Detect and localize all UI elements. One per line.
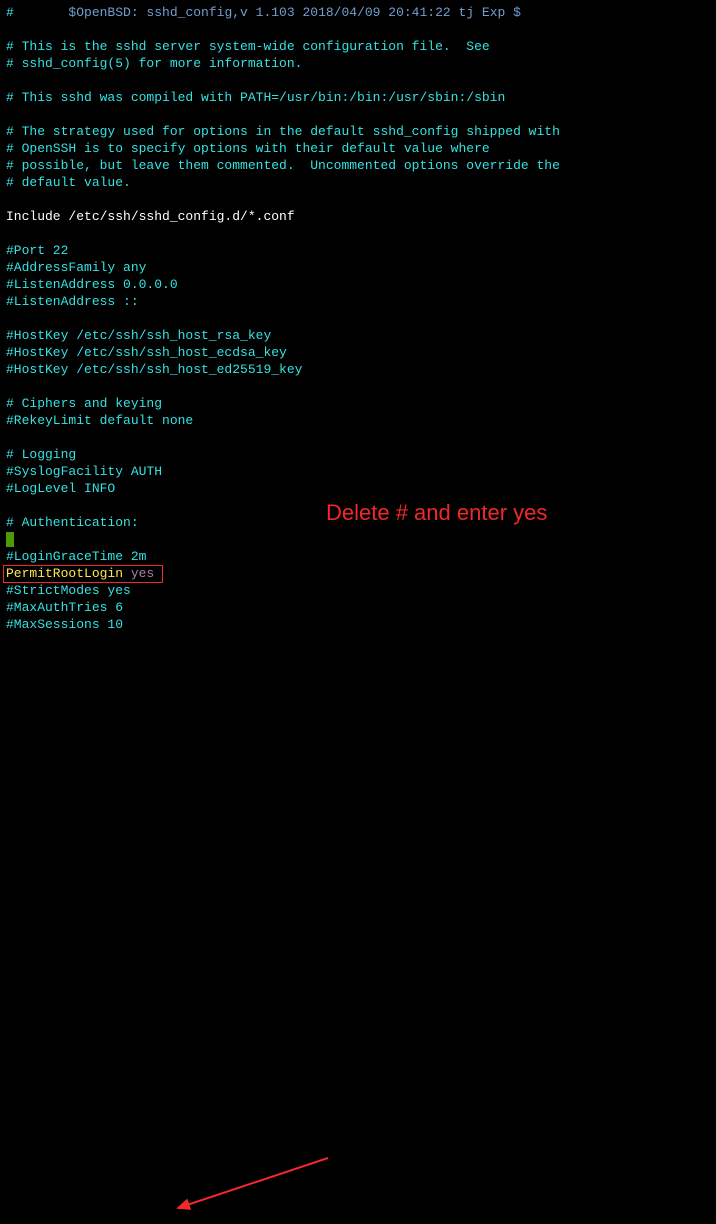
terminal-line: # This is the sshd server system-wide co… xyxy=(6,38,710,55)
terminal-line: # Ciphers and keying xyxy=(6,395,710,412)
terminal-line: #HostKey /etc/ssh/ssh_host_rsa_key xyxy=(6,327,710,344)
terminal-line: #StrictModes yes xyxy=(6,582,710,599)
text-span: # This sshd was compiled with PATH=/usr/… xyxy=(6,90,505,105)
terminal-line xyxy=(6,21,710,38)
terminal-line: #MaxSessions 10 xyxy=(6,616,710,633)
terminal-line: # This sshd was compiled with PATH=/usr/… xyxy=(6,89,710,106)
text-span: # This is the sshd server system-wide co… xyxy=(6,39,490,54)
text-span: #MaxSessions 10 xyxy=(6,617,123,632)
text-span: #RekeyLimit default none xyxy=(6,413,193,428)
text-span: # default value. xyxy=(6,175,131,190)
text-span: Include /etc/ssh/sshd_config.d/*.conf xyxy=(6,209,295,224)
terminal-line xyxy=(6,106,710,123)
terminal-line: #AddressFamily any xyxy=(6,259,710,276)
terminal-line: #SyslogFacility AUTH xyxy=(6,463,710,480)
text-span: # Authentication: xyxy=(6,515,139,530)
terminal-line: Include /etc/ssh/sshd_config.d/*.conf xyxy=(6,208,710,225)
text-span: PermitRootLogin xyxy=(6,566,131,581)
terminal-line: #LoginGraceTime 2m xyxy=(6,548,710,565)
text-span: #StrictModes yes xyxy=(6,583,131,598)
text-span: #AddressFamily any xyxy=(6,260,146,275)
terminal-line: #RekeyLimit default none xyxy=(6,412,710,429)
terminal-line xyxy=(6,378,710,395)
terminal-line: #ListenAddress 0.0.0.0 xyxy=(6,276,710,293)
terminal-line: #MaxAuthTries 6 xyxy=(6,599,710,616)
text-span: $OpenBSD: sshd_config,v 1.103 2018/04/09… xyxy=(68,5,520,20)
text-span: #LoginGraceTime 2m xyxy=(6,549,146,564)
terminal-line: # default value. xyxy=(6,174,710,191)
text-span: # OpenSSH is to specify options with the… xyxy=(6,141,490,156)
terminal-line xyxy=(6,72,710,89)
text-span: #ListenAddress :: xyxy=(6,294,139,309)
text-span: # possible, but leave them commented. Un… xyxy=(6,158,560,173)
terminal-line xyxy=(6,225,710,242)
text-span: yes xyxy=(131,566,154,581)
annotation-arrow xyxy=(6,633,716,1224)
text-span: #Port 22 xyxy=(6,243,68,258)
terminal-line xyxy=(6,310,710,327)
text-span: # Ciphers and keying xyxy=(6,396,162,411)
text-span: #SyslogFacility AUTH xyxy=(6,464,162,479)
terminal-line: # $OpenBSD: sshd_config,v 1.103 2018/04/… xyxy=(6,4,710,21)
terminal-line: PermitRootLogin yes xyxy=(6,565,710,582)
cursor xyxy=(6,532,14,547)
terminal-line: #ListenAddress :: xyxy=(6,293,710,310)
terminal-line: #HostKey /etc/ssh/ssh_host_ed25519_key xyxy=(6,361,710,378)
terminal-line: # possible, but leave them commented. Un… xyxy=(6,157,710,174)
terminal-line xyxy=(6,429,710,446)
text-span xyxy=(14,5,69,20)
terminal-line xyxy=(6,531,710,548)
terminal-line xyxy=(6,497,710,514)
text-span: # Logging xyxy=(6,447,76,462)
terminal-line: #HostKey /etc/ssh/ssh_host_ecdsa_key xyxy=(6,344,710,361)
text-span: #ListenAddress 0.0.0.0 xyxy=(6,277,178,292)
text-span: #HostKey /etc/ssh/ssh_host_ed25519_key xyxy=(6,362,302,377)
text-span: #HostKey /etc/ssh/ssh_host_rsa_key xyxy=(6,328,271,343)
terminal-line: # Authentication: xyxy=(6,514,710,531)
text-span: # sshd_config(5) for more information. xyxy=(6,56,302,71)
terminal-line: # The strategy used for options in the d… xyxy=(6,123,710,140)
text-span: #MaxAuthTries 6 xyxy=(6,600,123,615)
terminal-line: # sshd_config(5) for more information. xyxy=(6,55,710,72)
text-span: # The strategy used for options in the d… xyxy=(6,124,560,139)
terminal-line: # Logging xyxy=(6,446,710,463)
terminal-line: #LogLevel INFO xyxy=(6,480,710,497)
terminal-line xyxy=(6,191,710,208)
text-span: # xyxy=(6,5,14,20)
text-span: #HostKey /etc/ssh/ssh_host_ecdsa_key xyxy=(6,345,287,360)
text-span: #LogLevel INFO xyxy=(6,481,115,496)
terminal-line: # OpenSSH is to specify options with the… xyxy=(6,140,710,157)
terminal-editor[interactable]: # $OpenBSD: sshd_config,v 1.103 2018/04/… xyxy=(6,4,710,633)
terminal-line: #Port 22 xyxy=(6,242,710,259)
